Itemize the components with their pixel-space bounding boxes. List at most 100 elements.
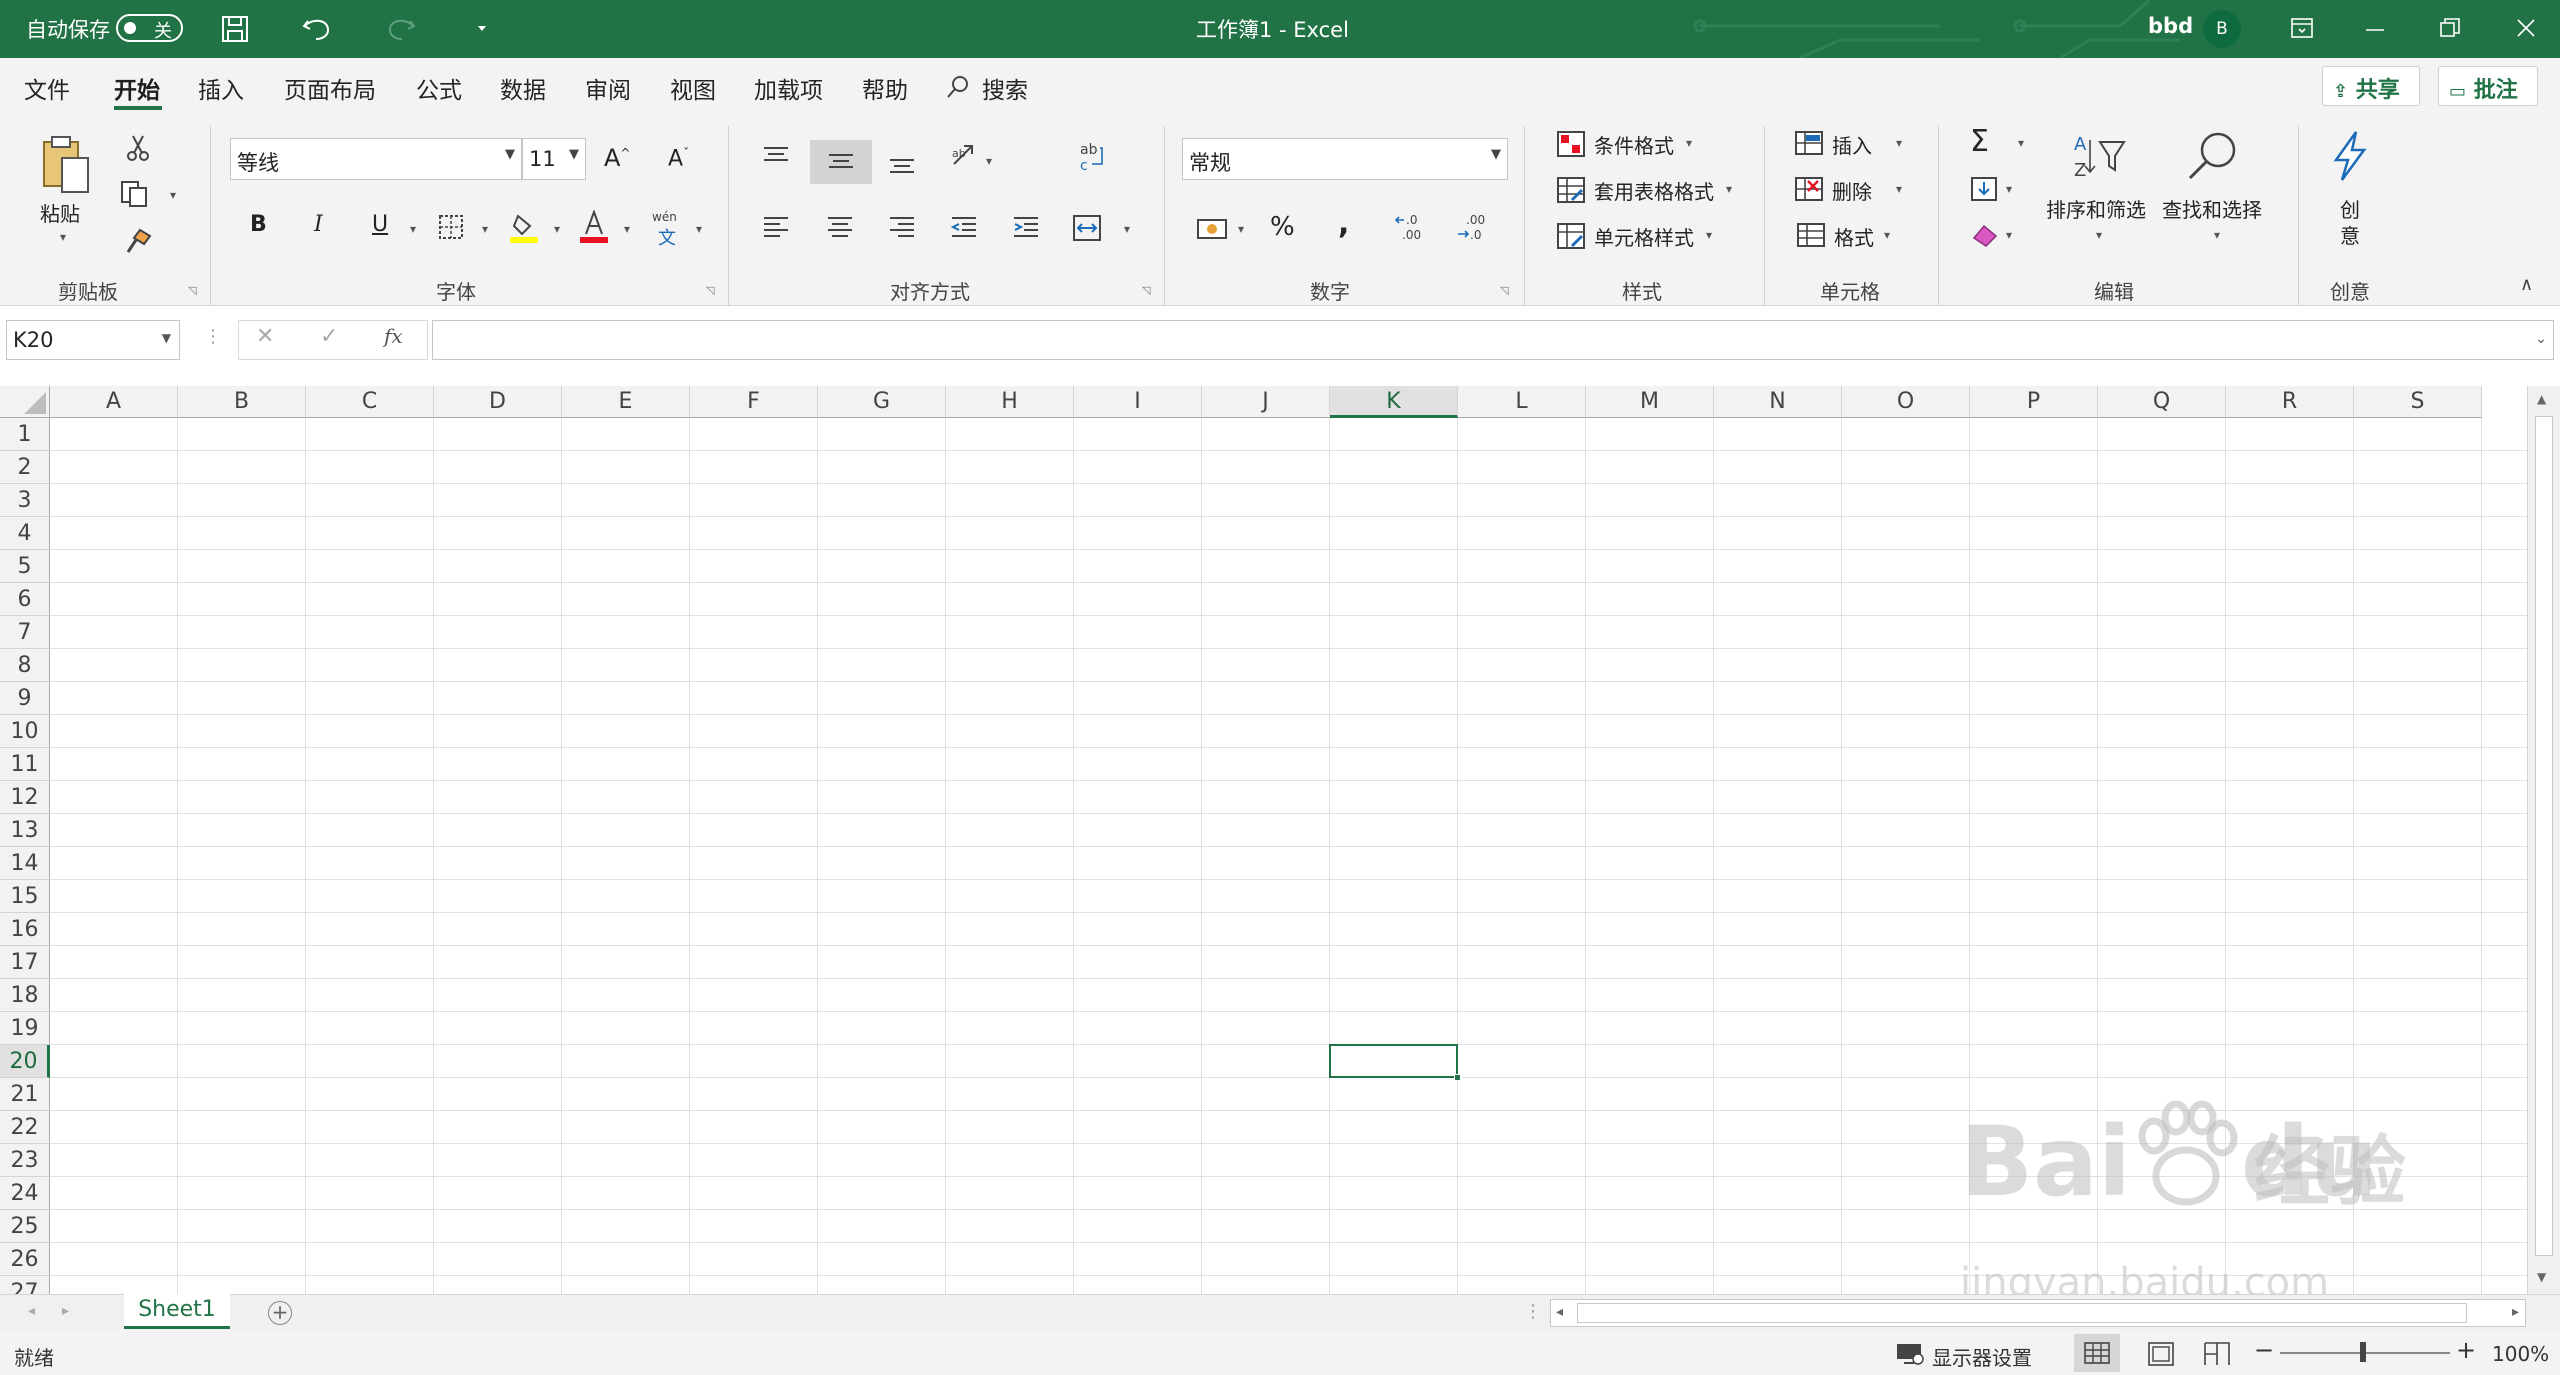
- merge-center-icon[interactable]: [1072, 214, 1102, 242]
- row-header[interactable]: 8: [0, 649, 50, 682]
- row-header[interactable]: 12: [0, 781, 50, 814]
- tab-data[interactable]: 数据: [500, 71, 546, 105]
- row-header[interactable]: 22: [0, 1111, 50, 1144]
- row-header[interactable]: 26: [0, 1243, 50, 1276]
- autosave-toggle[interactable]: 关: [116, 14, 183, 42]
- cancel-icon[interactable]: ✕: [256, 324, 274, 349]
- clear-dropdown-icon[interactable]: ▾: [2006, 228, 2012, 242]
- column-header[interactable]: P: [1970, 386, 2098, 418]
- sheet-tab[interactable]: Sheet1: [124, 1294, 230, 1329]
- paste-icon[interactable]: [40, 134, 92, 196]
- hscroll-thumb[interactable]: [1577, 1303, 2467, 1323]
- clear-icon[interactable]: [1970, 222, 2000, 248]
- column-header[interactable]: G: [818, 386, 946, 418]
- percent-style-icon[interactable]: %: [1270, 212, 1295, 242]
- tab-insert[interactable]: 插入: [198, 71, 244, 105]
- tab-home[interactable]: 开始: [114, 71, 160, 105]
- ideas-button-line1[interactable]: 创: [2340, 194, 2360, 223]
- column-header[interactable]: M: [1586, 386, 1714, 418]
- bold-icon[interactable]: B: [250, 212, 267, 237]
- next-sheet-icon[interactable]: ▸: [62, 1303, 69, 1319]
- column-header[interactable]: C: [306, 386, 434, 418]
- copy-dropdown-icon[interactable]: ▾: [170, 188, 176, 202]
- find-select-icon[interactable]: [2186, 130, 2240, 182]
- column-header[interactable]: J: [1202, 386, 1330, 418]
- horizontal-scrollbar[interactable]: ▸: [1550, 1299, 2526, 1327]
- column-header[interactable]: H: [946, 386, 1074, 418]
- prev-sheet-icon[interactable]: ◂: [28, 1303, 35, 1319]
- user-name[interactable]: bbd: [2148, 14, 2193, 38]
- delete-cells-label[interactable]: 删除: [1832, 176, 1872, 205]
- cut-icon[interactable]: [126, 134, 150, 162]
- decrease-indent-icon[interactable]: [950, 216, 978, 240]
- name-box[interactable]: K20 ▼: [6, 320, 180, 360]
- align-top-icon[interactable]: [762, 146, 790, 168]
- tab-formulas[interactable]: 公式: [416, 71, 462, 105]
- clipboard-launcher-icon[interactable]: ◹: [188, 284, 196, 297]
- ribbon-display-icon[interactable]: [2291, 18, 2313, 38]
- lightning-icon[interactable]: [2330, 130, 2370, 182]
- number-launcher-icon[interactable]: ◹: [1500, 284, 1508, 297]
- underline-dropdown-icon[interactable]: ▾: [410, 222, 416, 236]
- find-select-label[interactable]: 查找和选择: [2162, 194, 2262, 223]
- normal-view-button[interactable]: [2074, 1334, 2120, 1372]
- column-header[interactable]: I: [1074, 386, 1202, 418]
- add-sheet-icon[interactable]: +: [268, 1301, 292, 1325]
- column-header[interactable]: Q: [2098, 386, 2226, 418]
- font-name-select[interactable]: 等线 ▼: [230, 138, 522, 180]
- expand-formula-icon[interactable]: ⌄: [2535, 331, 2547, 347]
- column-header[interactable]: N: [1714, 386, 1842, 418]
- decrease-decimal-icon[interactable]: .00.0: [1456, 212, 1490, 242]
- tab-addins[interactable]: 加载项: [754, 71, 823, 105]
- borders-dropdown-icon[interactable]: ▾: [482, 222, 488, 236]
- zoom-out-icon[interactable]: −: [2254, 1336, 2274, 1364]
- column-header[interactable]: F: [690, 386, 818, 418]
- accounting-format-icon[interactable]: [1196, 214, 1230, 242]
- row-header[interactable]: 9: [0, 682, 50, 715]
- merge-dropdown-icon[interactable]: ▾: [1124, 222, 1130, 236]
- table-dropdown-icon[interactable]: ▾: [1726, 182, 1732, 196]
- column-header[interactable]: E: [562, 386, 690, 418]
- column-header[interactable]: D: [434, 386, 562, 418]
- cell-styles-label[interactable]: 单元格样式: [1594, 222, 1694, 251]
- alignment-launcher-icon[interactable]: ◹: [1142, 284, 1150, 297]
- align-middle-button[interactable]: [810, 140, 872, 184]
- row-header[interactable]: 3: [0, 484, 50, 517]
- format-cells-icon[interactable]: [1796, 222, 1826, 248]
- comments-button[interactable]: ▭ 批注: [2438, 66, 2538, 106]
- page-layout-view-button[interactable]: [2138, 1334, 2184, 1372]
- format-dropdown-icon[interactable]: ▾: [1884, 228, 1890, 242]
- tab-file[interactable]: 文件: [24, 71, 70, 105]
- font-size-select[interactable]: 11 ▼: [522, 138, 586, 180]
- tab-review[interactable]: 审阅: [585, 71, 631, 105]
- autosum-icon[interactable]: Σ: [1970, 124, 1989, 159]
- ideas-button-line2[interactable]: 意: [2340, 220, 2360, 249]
- close-icon[interactable]: [2516, 18, 2536, 38]
- row-header[interactable]: 4: [0, 517, 50, 550]
- tab-help[interactable]: 帮助: [862, 71, 908, 105]
- collapse-ribbon-icon[interactable]: ∧: [2520, 274, 2533, 295]
- row-header[interactable]: 23: [0, 1144, 50, 1177]
- scroll-down-icon[interactable]: ▼: [2537, 1270, 2546, 1284]
- active-cell[interactable]: [1329, 1044, 1461, 1081]
- accounting-dropdown-icon[interactable]: ▾: [1238, 222, 1244, 236]
- insert-cells-icon[interactable]: [1794, 130, 1824, 156]
- cell-styles-dropdown-icon[interactable]: ▾: [1706, 228, 1712, 242]
- row-header[interactable]: 27: [0, 1276, 50, 1294]
- row-header[interactable]: 15: [0, 880, 50, 913]
- search-icon[interactable]: [946, 74, 970, 100]
- avatar[interactable]: B: [2203, 10, 2241, 48]
- column-header[interactable]: S: [2354, 386, 2482, 418]
- delete-dropdown-icon[interactable]: ▾: [1896, 182, 1902, 196]
- row-header[interactable]: 24: [0, 1177, 50, 1210]
- wrap-text-icon[interactable]: ab c: [1078, 142, 1106, 174]
- fill-color-icon[interactable]: [510, 212, 540, 244]
- autosum-dropdown-icon[interactable]: ▾: [2018, 136, 2024, 150]
- page-break-view-button[interactable]: [2194, 1334, 2240, 1372]
- row-header[interactable]: 10: [0, 715, 50, 748]
- format-cells-label[interactable]: 格式: [1834, 222, 1874, 251]
- paste-label[interactable]: 粘贴: [40, 198, 80, 227]
- column-header[interactable]: O: [1842, 386, 1970, 418]
- orientation-dropdown-icon[interactable]: ▾: [986, 154, 992, 168]
- delete-cells-icon[interactable]: [1794, 176, 1824, 202]
